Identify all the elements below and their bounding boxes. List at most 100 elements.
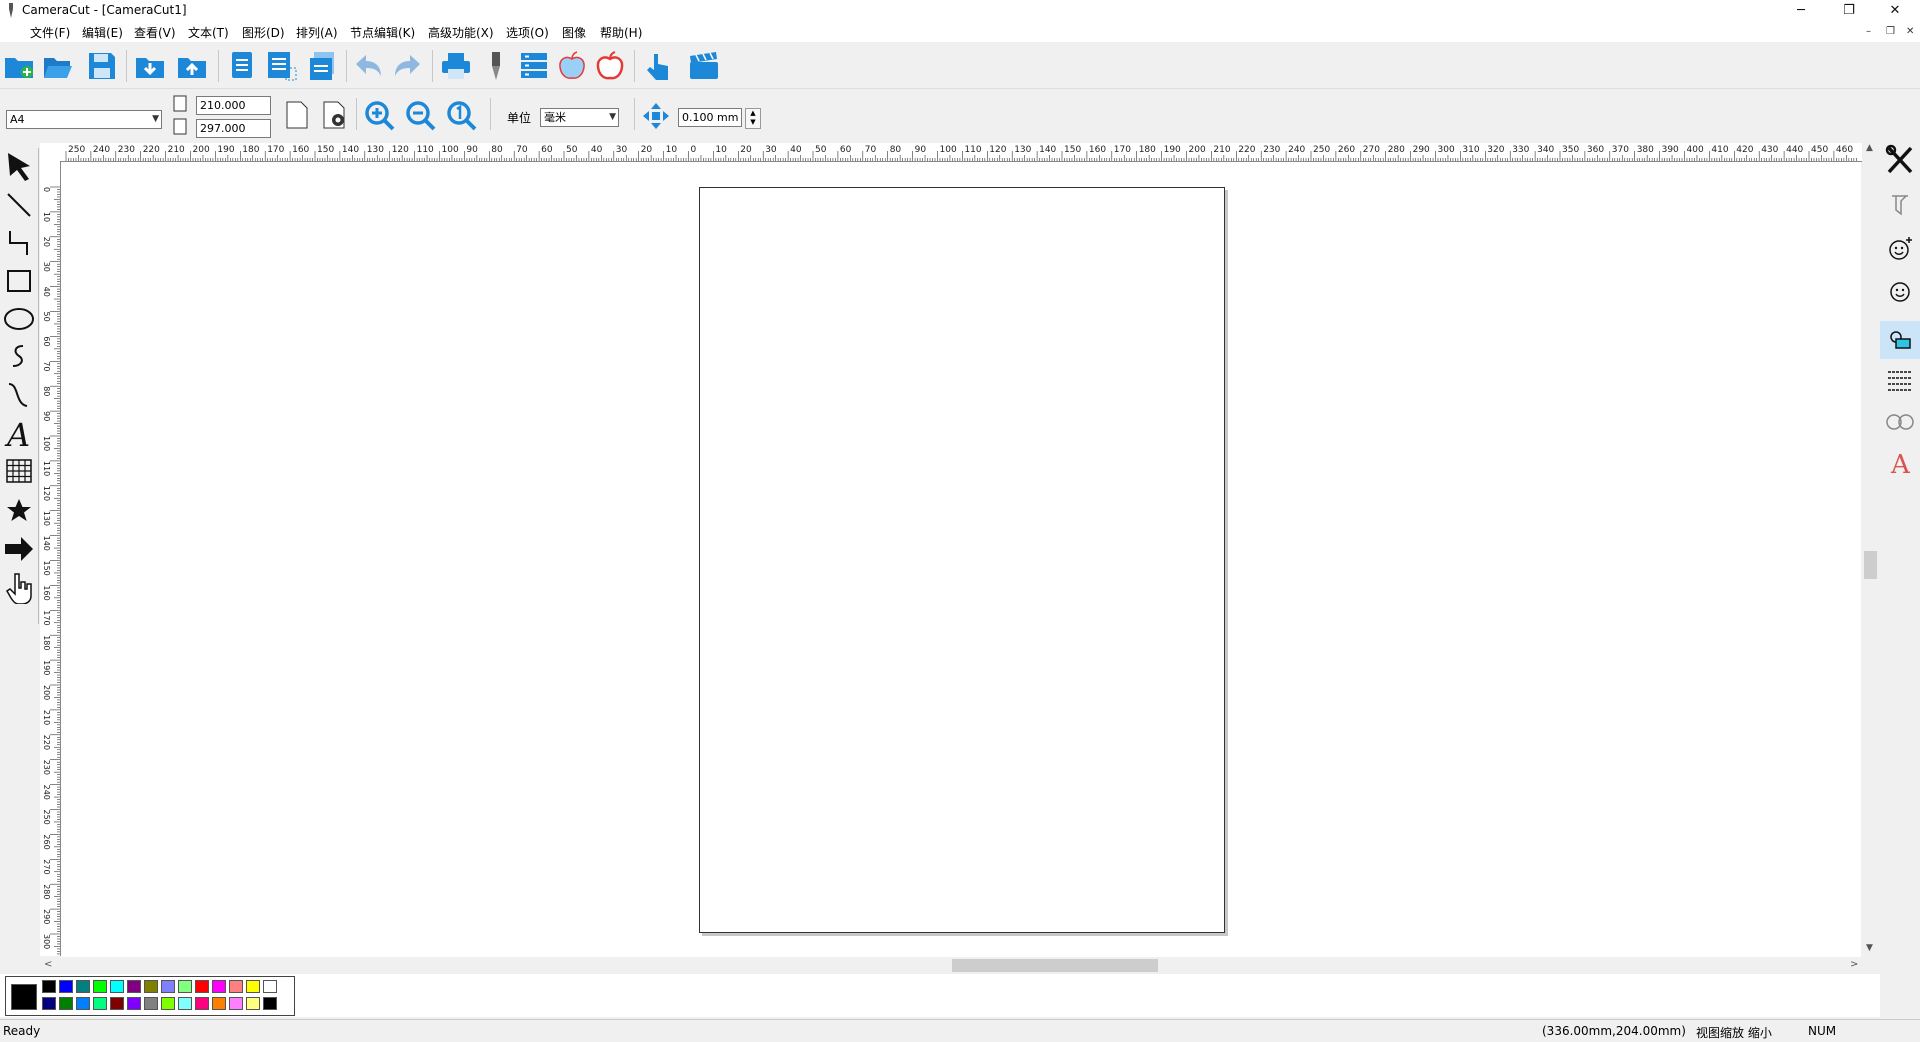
- save-icon[interactable]: [86, 50, 118, 82]
- color-swatch[interactable]: [144, 980, 158, 993]
- current-color-swatch[interactable]: [11, 984, 37, 1010]
- hand-pan-icon[interactable]: [3, 570, 35, 604]
- restore-button[interactable]: ❐: [1826, 0, 1872, 22]
- server-list-icon[interactable]: [518, 50, 550, 82]
- color-swatch[interactable]: [42, 980, 56, 993]
- shapes-icon[interactable]: [1884, 323, 1916, 357]
- new-file-icon[interactable]: [3, 50, 35, 82]
- color-swatch[interactable]: [127, 997, 141, 1010]
- pen-tool-icon[interactable]: [480, 50, 512, 82]
- color-swatch[interactable]: [93, 997, 107, 1010]
- scroll-down-icon[interactable]: ▼: [1866, 943, 1873, 953]
- color-swatch[interactable]: [127, 980, 141, 993]
- horizontal-scrollbar[interactable]: < >: [40, 957, 1862, 974]
- page-width-input[interactable]: 210.000 mm: [196, 96, 271, 129]
- page-orientation-icon[interactable]: [283, 100, 311, 130]
- color-swatch[interactable]: [110, 997, 124, 1010]
- close-button[interactable]: ✕: [1872, 0, 1918, 22]
- line-icon[interactable]: [3, 188, 35, 222]
- menu-image[interactable]: 图像: [562, 24, 586, 41]
- color-swatch[interactable]: [42, 997, 56, 1010]
- menu-shape[interactable]: 图形(D): [242, 24, 285, 41]
- print-icon[interactable]: [440, 50, 472, 82]
- zoom-actual-icon[interactable]: [446, 100, 478, 132]
- redo-icon[interactable]: [392, 50, 424, 82]
- menu-view[interactable]: 查看(V): [134, 24, 176, 41]
- scroll-right-icon[interactable]: >: [1850, 959, 1858, 970]
- menu-node-edit[interactable]: 节点编辑(K): [350, 24, 415, 41]
- star-icon[interactable]: [3, 494, 35, 528]
- color-swatch[interactable]: [195, 980, 209, 993]
- touch-icon[interactable]: [642, 50, 674, 82]
- page-a4[interactable]: [699, 187, 1225, 933]
- arrow-icon[interactable]: [3, 532, 35, 566]
- menu-arrange[interactable]: 排列(A): [296, 24, 338, 41]
- menu-options[interactable]: 选项(O): [506, 24, 549, 41]
- scroll-up-icon[interactable]: ▲: [1866, 143, 1873, 153]
- text-icon[interactable]: A: [3, 416, 35, 450]
- vertical-scroll-thumb[interactable]: [1864, 551, 1877, 579]
- minimize-button[interactable]: ─: [1778, 0, 1824, 22]
- page-height-input[interactable]: 297.000 mm: [196, 119, 271, 152]
- unit-select[interactable]: 毫米 ▼: [540, 108, 619, 127]
- page-size-select[interactable]: A4 ▼: [6, 110, 162, 129]
- mdi-minimize-button[interactable]: –: [1866, 26, 1871, 37]
- menu-text[interactable]: 文本(T): [188, 24, 229, 41]
- zoom-out-icon[interactable]: [405, 100, 437, 132]
- import-icon[interactable]: [134, 50, 166, 82]
- table-icon[interactable]: [3, 454, 35, 488]
- color-swatch[interactable]: [246, 997, 260, 1010]
- color-swatch[interactable]: [76, 997, 90, 1010]
- menu-edit[interactable]: 编辑(E): [82, 24, 123, 41]
- stack-pages-icon[interactable]: [306, 50, 338, 82]
- apple-red-icon[interactable]: [594, 50, 626, 82]
- color-swatch[interactable]: [76, 980, 90, 993]
- polyline-icon[interactable]: [3, 226, 35, 260]
- color-swatch[interactable]: [229, 997, 243, 1010]
- freehand-icon[interactable]: [3, 340, 35, 374]
- color-swatch[interactable]: [59, 997, 73, 1010]
- color-swatch[interactable]: [110, 980, 124, 993]
- export-icon[interactable]: [176, 50, 208, 82]
- nudge-step-input[interactable]: 0.100 mm: [678, 108, 742, 127]
- menu-file[interactable]: 文件(F): [30, 24, 70, 41]
- undo-icon[interactable]: [352, 50, 384, 82]
- rectangle-icon[interactable]: [3, 264, 35, 298]
- color-swatch[interactable]: [229, 980, 243, 993]
- clapperboard-icon[interactable]: [688, 50, 720, 82]
- color-swatch[interactable]: [212, 980, 226, 993]
- mdi-restore-button[interactable]: ❐: [1886, 26, 1895, 37]
- color-swatch[interactable]: [161, 997, 175, 1010]
- horizontal-scroll-thumb[interactable]: [952, 959, 1158, 972]
- select-arrow-icon[interactable]: [3, 150, 35, 184]
- page-settings-icon[interactable]: [320, 100, 350, 130]
- zoom-in-icon[interactable]: [364, 100, 396, 132]
- color-swatch[interactable]: [178, 980, 192, 993]
- smiley-add-icon[interactable]: [1884, 231, 1916, 265]
- nudge-spinner[interactable]: ▲ ▼: [745, 108, 761, 129]
- color-swatch[interactable]: [212, 997, 226, 1010]
- color-swatch[interactable]: [93, 980, 107, 993]
- smiley-icon[interactable]: [1884, 275, 1916, 309]
- apple-outline-icon[interactable]: [556, 50, 588, 82]
- line-styles-icon[interactable]: [1884, 363, 1916, 397]
- cursor-filter-icon[interactable]: [1884, 187, 1916, 221]
- text-style-icon[interactable]: A: [1884, 445, 1916, 479]
- color-swatch[interactable]: [263, 997, 277, 1010]
- color-swatch[interactable]: [161, 980, 175, 993]
- mdi-close-button[interactable]: ✕: [1906, 26, 1914, 37]
- color-swatch[interactable]: [263, 980, 277, 993]
- color-swatch[interactable]: [178, 997, 192, 1010]
- scroll-left-icon[interactable]: <: [44, 959, 52, 970]
- bezier-curve-icon[interactable]: [3, 378, 35, 412]
- menu-advanced[interactable]: 高级功能(X): [428, 24, 494, 41]
- document-list-icon[interactable]: [266, 50, 298, 82]
- vertical-scrollbar[interactable]: ▲ ▼: [1862, 143, 1879, 957]
- color-swatch[interactable]: [144, 997, 158, 1010]
- color-swatch[interactable]: [59, 980, 73, 993]
- settings-tools-icon[interactable]: [1884, 143, 1916, 177]
- ellipse-icon[interactable]: [3, 302, 35, 336]
- menu-help[interactable]: 帮助(H): [600, 24, 642, 41]
- open-folder-icon[interactable]: [42, 50, 74, 82]
- color-swatch[interactable]: [195, 997, 209, 1010]
